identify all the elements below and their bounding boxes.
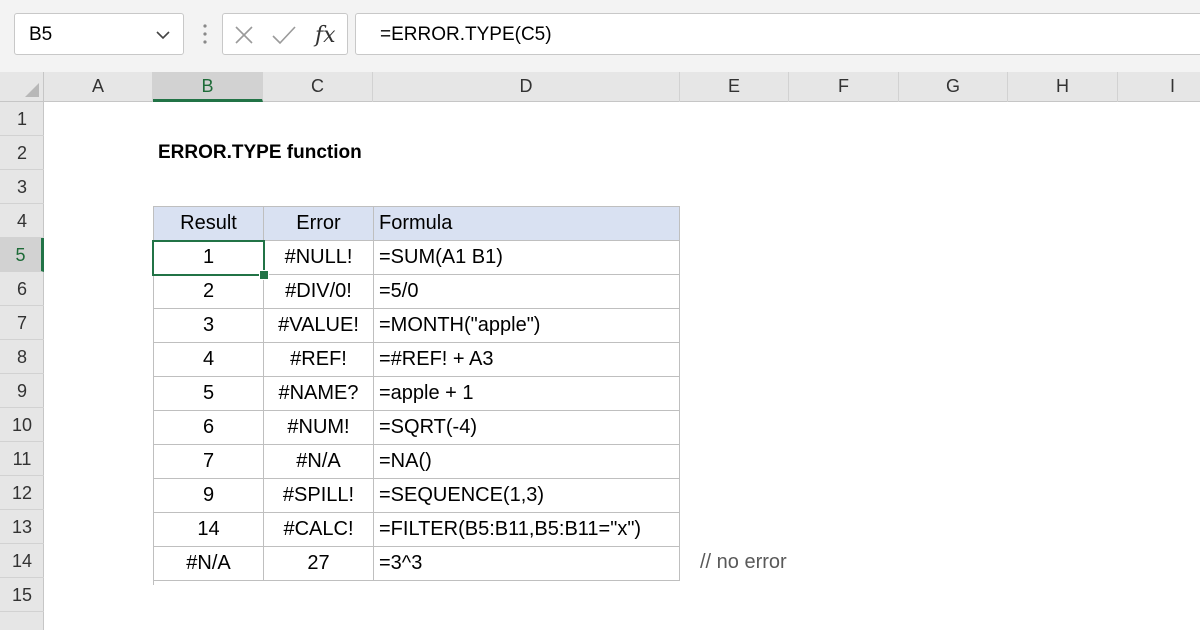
- error-cell[interactable]: #CALC!: [264, 513, 374, 547]
- row-header-1[interactable]: 1: [0, 102, 44, 136]
- select-all-triangle-icon: [25, 83, 39, 97]
- sheet-title[interactable]: ERROR.TYPE function: [158, 136, 362, 170]
- result-cell[interactable]: 2: [154, 275, 264, 309]
- cancel-x-icon[interactable]: [233, 24, 255, 46]
- name-box-value: B5: [29, 24, 53, 45]
- formula-cell[interactable]: =SUM(A1 B1): [374, 241, 680, 275]
- formula-cell[interactable]: =NA(): [374, 445, 680, 479]
- error-cell[interactable]: #DIV/0!: [264, 275, 374, 309]
- row-header-9[interactable]: 9: [0, 374, 44, 408]
- row-header-13[interactable]: 13: [0, 510, 44, 544]
- row-header-3[interactable]: 3: [0, 170, 44, 204]
- formula-cell[interactable]: =SQRT(-4): [374, 411, 680, 445]
- row-header-10[interactable]: 10: [0, 408, 44, 442]
- table-header-error[interactable]: Error: [264, 207, 374, 241]
- row-header-5[interactable]: 5: [0, 238, 44, 272]
- column-header-h[interactable]: H: [1008, 72, 1118, 102]
- formula-cell[interactable]: =FILTER(B5:B11,B5:B11="x"): [374, 513, 680, 547]
- name-box[interactable]: B5: [14, 13, 184, 55]
- enter-check-icon[interactable]: [271, 24, 297, 46]
- error-cell[interactable]: #N/A: [264, 445, 374, 479]
- active-cell-border: [152, 240, 265, 276]
- column-header-d[interactable]: D: [373, 72, 680, 102]
- row-header-6[interactable]: 6: [0, 272, 44, 306]
- error-cell[interactable]: 27: [264, 547, 374, 581]
- row-header-14[interactable]: 14: [0, 544, 44, 578]
- formula-text: =ERROR.TYPE(C5): [380, 24, 552, 45]
- formula-input[interactable]: =ERROR.TYPE(C5): [355, 13, 1200, 55]
- error-cell[interactable]: #SPILL!: [264, 479, 374, 513]
- result-cell[interactable]: 4: [154, 343, 264, 377]
- formula-cell[interactable]: =MONTH("apple"): [374, 309, 680, 343]
- insert-function-icon[interactable]: fx: [313, 20, 341, 50]
- error-cell[interactable]: #NUM!: [264, 411, 374, 445]
- fill-handle[interactable]: [259, 270, 269, 280]
- select-all-corner[interactable]: [0, 72, 44, 102]
- formula-cell[interactable]: =apple + 1: [374, 377, 680, 411]
- column-header-f[interactable]: F: [789, 72, 899, 102]
- error-cell[interactable]: #VALUE!: [264, 309, 374, 343]
- row-header-8[interactable]: 8: [0, 340, 44, 374]
- result-cell[interactable]: #N/A: [154, 547, 264, 581]
- error-cell[interactable]: #REF!: [264, 343, 374, 377]
- result-cell[interactable]: 5: [154, 377, 264, 411]
- row-headers: 1 2 3 4 5 6 7 8 9 10 11 12 13 14 15: [0, 102, 44, 630]
- row-header-2[interactable]: 2: [0, 136, 44, 170]
- result-cell[interactable]: 14: [154, 513, 264, 547]
- formula-cell[interactable]: =SEQUENCE(1,3): [374, 479, 680, 513]
- column-header-g[interactable]: G: [899, 72, 1008, 102]
- column-headers: A B C D E F G H I: [44, 72, 1200, 102]
- table-header-formula[interactable]: Formula: [374, 207, 680, 241]
- error-cell[interactable]: #NAME?: [264, 377, 374, 411]
- table-header-result[interactable]: Result: [154, 207, 264, 241]
- column-header-b[interactable]: B: [153, 72, 263, 102]
- result-cell[interactable]: 7: [154, 445, 264, 479]
- row-header-11[interactable]: 11: [0, 442, 44, 476]
- no-error-note[interactable]: // no error: [700, 551, 787, 574]
- formula-cell[interactable]: =5/0: [374, 275, 680, 309]
- result-cell[interactable]: 3: [154, 309, 264, 343]
- row-header-15[interactable]: 15: [0, 578, 44, 612]
- formula-bar-area: B5 fx =ERROR.TYPE(C5): [0, 0, 1200, 72]
- column-header-i[interactable]: I: [1118, 72, 1200, 102]
- formula-cell[interactable]: =3^3: [374, 547, 680, 581]
- more-dots-icon[interactable]: [201, 22, 209, 46]
- column-header-e[interactable]: E: [680, 72, 789, 102]
- result-cell[interactable]: 9: [154, 479, 264, 513]
- row-header-7[interactable]: 7: [0, 306, 44, 340]
- chevron-down-icon[interactable]: [155, 27, 171, 43]
- row-header-12[interactable]: 12: [0, 476, 44, 510]
- formula-cell[interactable]: =#REF! + A3: [374, 343, 680, 377]
- column-header-a[interactable]: A: [44, 72, 153, 102]
- column-header-c[interactable]: C: [263, 72, 373, 102]
- result-cell[interactable]: 6: [154, 411, 264, 445]
- svg-text:fx: fx: [313, 23, 336, 48]
- error-cell[interactable]: #NULL!: [264, 241, 374, 275]
- row-header-4[interactable]: 4: [0, 204, 44, 238]
- formula-buttons: fx: [222, 13, 348, 55]
